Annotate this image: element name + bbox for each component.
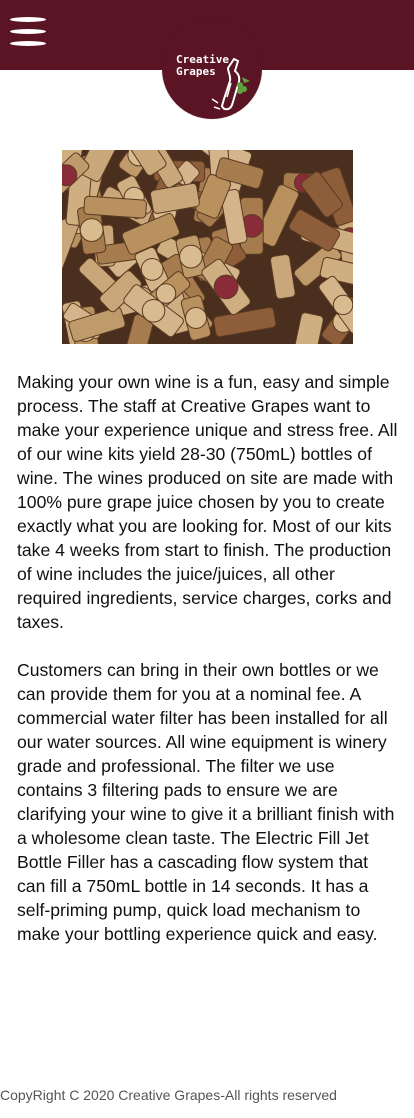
- cork: [83, 195, 147, 219]
- cork-end: [141, 298, 166, 323]
- wine-bottle-grapes-icon: [211, 57, 250, 111]
- footer-copyright: CopyRight C 2020 Creative Grapes-All rig…: [0, 1087, 337, 1103]
- hero-image-corks: [62, 150, 353, 344]
- cork-end: [185, 306, 207, 329]
- intro-paragraph: Making your own wine is a fun, easy and …: [17, 372, 398, 632]
- creative-grapes-logo[interactable]: Creative Grapes: [162, 19, 262, 119]
- main-content: Making your own wine is a fun, easy and …: [17, 370, 401, 970]
- cork-end: [332, 294, 353, 316]
- cork-end: [213, 274, 239, 300]
- corks-illustration: [62, 150, 353, 344]
- cork-end: [140, 258, 164, 281]
- menu-line: [10, 29, 46, 34]
- equipment-paragraph: Customers can bring in their own bottles…: [17, 660, 395, 944]
- cork-end: [179, 244, 203, 269]
- cork-end: [79, 218, 104, 242]
- menu-line: [10, 17, 46, 22]
- menu-line: [10, 41, 46, 46]
- page: Creative Grapes Making your own wine is …: [0, 0, 414, 1118]
- hamburger-menu-icon[interactable]: [10, 17, 46, 47]
